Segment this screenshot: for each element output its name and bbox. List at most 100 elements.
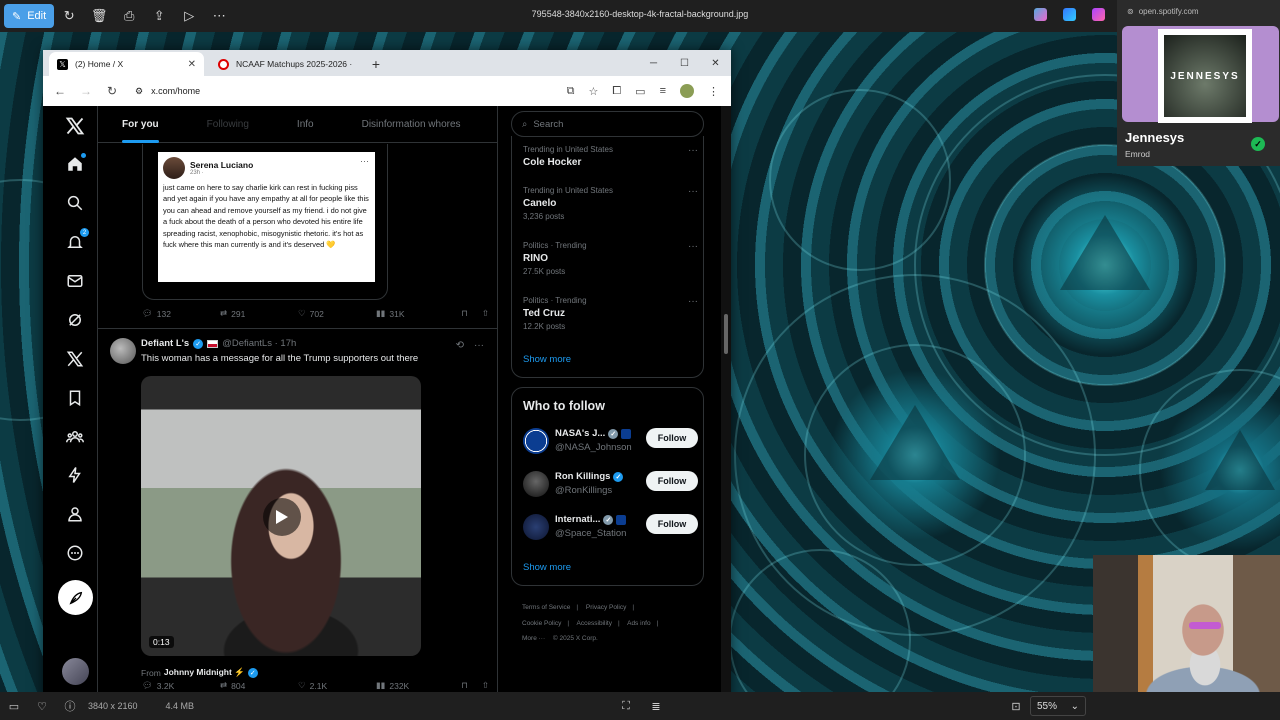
search-input[interactable]: ⌕ Search (511, 111, 704, 137)
trends-show-more-link[interactable]: Show more (523, 354, 571, 365)
share-icon[interactable]: ⇧ (482, 308, 489, 319)
like-button[interactable]: ♡ 2.1K (298, 680, 376, 691)
more-options-icon[interactable]: ⋯ (204, 4, 234, 28)
trend-item[interactable]: Trending in United States Cole Hocker ··… (523, 145, 698, 168)
avatar[interactable] (523, 428, 549, 454)
tab-for-you[interactable]: For you (122, 106, 159, 143)
slideshow-icon[interactable]: ▷ (174, 4, 204, 28)
delete-icon[interactable]: 🗑 (84, 4, 114, 28)
repost-button[interactable]: ⇄ 291 (220, 308, 298, 319)
profile-icon[interactable] (63, 502, 87, 526)
follow-button[interactable]: Follow (646, 428, 698, 448)
media-popup[interactable]: ⊚ open.spotify.com JENNESYS Jennesys Emr… (1117, 0, 1280, 166)
tab-disinformation-whores[interactable]: Disinformation whores (362, 106, 461, 143)
avatar[interactable] (110, 338, 136, 364)
bookmark-icon[interactable]: ⊓ (461, 308, 468, 319)
author-name[interactable]: Defiant L's (141, 338, 189, 349)
cast-icon[interactable]: ▭ (635, 85, 645, 98)
views-button[interactable]: ▮▮ 232K (376, 680, 409, 691)
saved-check-icon[interactable]: ✓ (1251, 137, 1265, 151)
grok-post-icon[interactable]: ⟲ (456, 340, 464, 351)
page-scrollbar[interactable] (721, 106, 731, 700)
reply-button[interactable]: 💬︎ 132 (142, 308, 220, 319)
bookmark-icon[interactable]: ⊓ (461, 680, 468, 691)
avatar[interactable] (523, 514, 549, 540)
scroll-thumb[interactable] (724, 314, 728, 354)
who-to-follow-show-more-link[interactable]: Show more (523, 562, 571, 573)
avatar[interactable] (523, 471, 549, 497)
trend-more-icon[interactable]: ··· (688, 186, 698, 197)
source-name[interactable]: Johnny Midnight ⚡ (164, 667, 245, 678)
video-player[interactable]: 0:13 (141, 376, 421, 656)
reading-list-icon[interactable]: ≡ (660, 85, 666, 97)
follow-suggestion[interactable]: Internati... ✓ @Space_Station Follow (523, 514, 698, 544)
extensions-icon[interactable]: ⧠ (612, 85, 621, 98)
url-field[interactable]: ⚙ x.com/home (129, 79, 559, 103)
reload-icon[interactable]: ↻ (103, 84, 121, 98)
verified-orgs-icon[interactable] (63, 463, 87, 487)
messages-icon[interactable] (63, 269, 87, 293)
tab-info[interactable]: Info (297, 106, 314, 143)
clipchamp-icon[interactable] (1092, 8, 1105, 21)
site-info-icon[interactable]: ⚙ (135, 86, 143, 97)
trend-more-icon[interactable]: ··· (688, 241, 698, 252)
follow-suggestion[interactable]: Ron Killings ✓ @RonKillings Follow (523, 471, 698, 501)
home-icon[interactable] (63, 152, 87, 176)
author-handle[interactable]: @DefiantLs · 17h (222, 338, 296, 349)
follow-button[interactable]: Follow (646, 514, 698, 534)
bookmarks-icon[interactable] (63, 386, 87, 410)
print-icon[interactable]: ⎙ (114, 4, 144, 28)
new-tab-icon[interactable]: + (365, 52, 387, 76)
accessibility-link[interactable]: Accessibility (577, 620, 612, 627)
tab-ncaaf[interactable]: NCAAF Matchups 2025-2026 · (210, 52, 365, 76)
forward-icon[interactable]: → (77, 84, 95, 98)
edit-button[interactable]: ✎ Edit (4, 4, 55, 28)
close-window-icon[interactable]: ✕ (700, 50, 731, 76)
quoted-image-card[interactable]: Serena Luciano 23h · ··· just came on he… (142, 144, 388, 300)
profile-avatar[interactable] (680, 84, 694, 98)
cookie-link[interactable]: Cookie Policy (522, 620, 561, 627)
favorite-icon[interactable]: ♡ (28, 700, 56, 713)
tab-x-home[interactable]: 𝕏 (2) Home / X ✕ (49, 52, 204, 76)
x-logo-icon[interactable] (63, 114, 87, 138)
share-icon[interactable]: ⇧ (482, 680, 489, 691)
compose-post-button[interactable] (58, 580, 93, 615)
close-tab-icon[interactable]: ✕ (188, 59, 196, 70)
install-app-icon[interactable]: ⧉ (567, 85, 575, 98)
filmstrip-icon[interactable]: ▭ (0, 700, 28, 713)
account-avatar[interactable] (62, 658, 89, 685)
trend-item[interactable]: Politics · Trending Ted Cruz 12.2K posts… (523, 296, 698, 331)
trend-item[interactable]: Trending in United States Canelo 3,236 p… (523, 186, 698, 221)
trend-more-icon[interactable]: ··· (688, 145, 698, 156)
privacy-link[interactable]: Privacy Policy (586, 604, 626, 611)
reply-button[interactable]: 💬︎ 3.2K (142, 680, 220, 691)
post-more-icon[interactable]: ··· (474, 340, 484, 351)
bookmark-star-icon[interactable]: ☆ (588, 85, 598, 98)
browser-menu-icon[interactable]: ⋮ (708, 85, 719, 98)
back-icon[interactable]: ← (51, 84, 69, 98)
views-button[interactable]: ▮▮ 31K (376, 308, 404, 319)
more-circle-icon[interactable] (63, 541, 87, 565)
follow-button[interactable]: Follow (646, 471, 698, 491)
follow-suggestion[interactable]: NASA's J... ✓ @NASA_Johnson Follow (523, 428, 698, 458)
share-icon[interactable]: ⇪ (144, 4, 174, 28)
notifications-bell-icon[interactable]: 2 (63, 228, 89, 254)
tab-following[interactable]: Following (207, 106, 249, 143)
x-premium-icon[interactable] (63, 347, 87, 371)
fit-to-window-icon[interactable]: ⊡ (1002, 700, 1030, 713)
designer-icon[interactable] (1063, 8, 1076, 21)
minimize-icon[interactable]: ─ (638, 50, 669, 76)
copilot-icon[interactable] (1034, 8, 1047, 21)
trend-item[interactable]: Politics · Trending RINO 27.5K posts ··· (523, 241, 698, 276)
play-button[interactable] (263, 498, 301, 536)
rotate-icon[interactable]: ↻ (54, 4, 84, 28)
communities-icon[interactable] (63, 425, 87, 449)
zoom-dropdown[interactable]: 55% ⌄ (1030, 696, 1086, 716)
more-link[interactable]: More ··· (522, 635, 545, 642)
like-button[interactable]: ♡ 702 (298, 308, 376, 319)
explore-search-icon[interactable] (63, 191, 87, 215)
maximize-icon[interactable]: ☐ (669, 50, 700, 76)
crop-icon[interactable]: ⛶ (612, 700, 640, 713)
grok-icon[interactable] (63, 308, 87, 332)
terms-link[interactable]: Terms of Service (522, 604, 570, 611)
